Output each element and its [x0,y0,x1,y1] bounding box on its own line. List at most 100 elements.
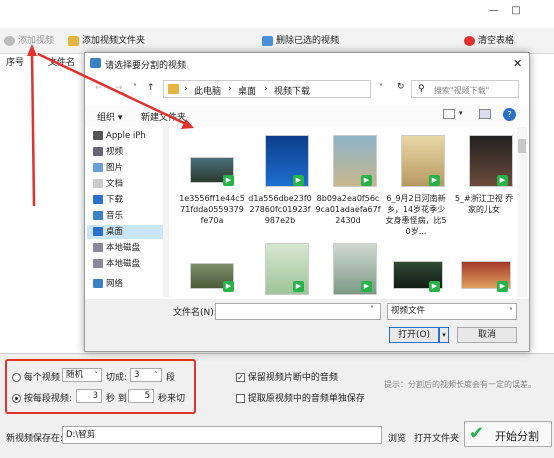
file-name: 5_#浙江卫视 乔家的儿女 [454,194,514,214]
add-folder-button[interactable]: 添加视频文件夹 [68,34,145,48]
search-placeholder: 搜索"视频下载" [434,86,490,95]
sidebar-item-iphone[interactable]: Apple iPh [93,129,146,143]
chevron-down-icon: ▾ [442,331,446,339]
search-box[interactable]: ⚲ 搜索"视频下载" [411,80,519,98]
save-path-input[interactable]: D:\智剪 [62,426,382,444]
video-file-icon: ▶ [223,175,234,186]
file-item[interactable]: ▶ d1a556dbe23f027860fc01923f987e2b [247,131,313,239]
file-item[interactable]: ▶ 5_#浙江卫视 乔家的儿女 [451,131,515,239]
sidebar-item-documents[interactable]: 文档 [93,177,123,191]
extract-audio-option[interactable]: 提取原视频中的音频单独保存 [236,391,365,404]
history-dropdown-icon[interactable]: ˅ [133,83,137,92]
filename-input[interactable] [215,303,381,320]
file-item[interactable]: ▶ [247,241,313,297]
sidebar-item-desktop[interactable]: 桌面 [87,225,163,239]
refresh-icon[interactable]: ↻ [397,82,405,92]
title-bar: — □ [0,0,554,28]
highlight-box [5,359,196,414]
address-dropdown-icon[interactable]: ˅ [379,83,383,92]
dialog-close-button[interactable]: ✕ [513,57,522,70]
open-folder-button[interactable]: 打开文件夹 [414,431,459,444]
video-file-icon: ▶ [361,175,372,186]
open-button[interactable]: 打开(O) [389,327,439,343]
dialog-bottom: 文件名(N): ˅ 视频文件 ˅ 打开(O) ▾ 取消 [85,299,529,351]
cancel-button[interactable]: 取消 [457,327,517,343]
sidebar-label: Apple iPh [106,131,146,141]
address-bar[interactable]: › 此电脑 › 桌面 › 视频下载 [163,80,371,98]
breadcrumb-videodl[interactable]: 视频下载 [274,84,310,97]
video-file-icon: ▶ [223,281,234,292]
filetype-select[interactable]: 视频文件 ˅ [387,303,517,320]
extract-audio-checkbox[interactable] [236,394,245,403]
help-icon[interactable]: ? [503,108,516,121]
video-file-icon: ▶ [497,175,508,186]
sidebar-item-music[interactable]: 音乐 [93,209,123,223]
file-name: 6_9月2日河南新乡，14岁花季少女身患怪病，比50岁... [385,194,447,236]
start-split-button[interactable]: ✔ 开始分割 [464,421,552,447]
sidebar-scrollbar[interactable] [163,127,169,297]
sidebar-label: 音乐 [106,211,124,221]
view-icon[interactable] [443,109,455,119]
file-item[interactable]: ▶ 8b09a2ea0f56c9ca01adaefa67f2430d [315,131,381,239]
sidebar-label: 本地磁盘 [106,243,141,253]
organize-button[interactable]: 组织 ▾ [97,110,122,123]
file-item[interactable]: ▶ 1e3556ff1e44c571fdda0559379fe70a [179,131,245,239]
disk-icon [93,243,103,252]
keep-audio-option[interactable]: ✓ 保留视频片断中的音频 [236,370,338,383]
file-grid-scrollbar[interactable] [517,127,527,297]
view-dropdown-icon[interactable]: ▾ [459,109,463,117]
new-folder-button[interactable]: 新建文件夹 [141,110,186,123]
sidebar-label: 桌面 [106,227,124,237]
sidebar-label: 文档 [106,179,124,189]
video-file-icon: ▶ [429,175,440,186]
file-grid: ▶ 1e3556ff1e44c571fdda0559379fe70a ▶ d1a… [175,127,515,297]
filename-dropdown-icon[interactable]: ˅ [370,305,374,314]
file-item[interactable]: ▶ [179,241,245,297]
open-dropdown-button[interactable]: ▾ [439,327,449,343]
sidebar-item-pictures[interactable]: 图片 [93,161,123,175]
music-icon [93,211,103,220]
keep-audio-checkbox[interactable]: ✓ [236,373,245,382]
sidebar-label: 图片 [106,163,124,173]
file-item[interactable]: ▶ 6_9月2日河南新乡，14岁花季少女身患怪病，比50岁... [383,131,449,239]
dialog-sidebar: Apple iPh 视频 图片 文档 下载 音乐 桌面 本地磁盘 本地磁盘 网络 [85,127,171,297]
video-file-icon: ▶ [361,281,372,292]
clear-table-button[interactable]: 清空表格 [464,34,514,48]
dialog-navbar: ← → ˅ ↑ › 此电脑 › 桌面 › 视频下载 ˅ ↻ ⚲ 搜索"视频下载" [85,77,529,103]
remove-selected-button[interactable]: 删除已选的视频 [262,34,339,48]
add-video-button[interactable]: 添加视频 [4,34,54,48]
file-item[interactable]: ▶ [315,241,381,297]
video-file-icon: ▶ [497,281,508,292]
hint-text: 提示：分割后的视频长度会有一定的误差。 [384,380,536,389]
back-icon[interactable]: ← [95,83,103,93]
file-item[interactable]: ▶ [451,241,515,297]
extract-audio-label: 提取原视频中的音频单独保存 [247,394,365,404]
dialog-title: 请选择要分割的视频 [105,61,187,71]
breadcrumb-pc[interactable]: 此电脑 [194,84,221,97]
sidebar-label: 视频 [106,147,124,157]
file-name: 1e3556ff1e44c571fdda0559379fe70a [179,194,245,225]
maximize-button[interactable]: □ [506,4,526,18]
phone-icon [93,131,103,140]
breadcrumb-desktop[interactable]: 桌面 [238,84,256,97]
sidebar-item-local-disk-c[interactable]: 本地磁盘 [93,241,140,255]
up-icon[interactable]: ↑ [147,83,155,93]
preview-pane-icon[interactable] [479,109,491,119]
col-filename: 文件名 [48,58,76,68]
col-index: 序号 [6,58,25,68]
open-file-dialog: 请选择要分割的视频 ✕ ← → ˅ ↑ › 此电脑 › 桌面 › 视频下载 ˅ … [84,52,530,352]
sidebar-item-local-disk-d[interactable]: 本地磁盘 [93,257,140,271]
sidebar-item-videos[interactable]: 视频 [93,145,123,159]
browse-button[interactable]: 浏览 [388,431,406,444]
sidebar-item-network[interactable]: 网络 [93,277,123,291]
forward-icon[interactable]: → [115,83,123,93]
scroll-thumb[interactable] [518,139,526,153]
keep-audio-label: 保留视频片断中的音频 [247,373,338,383]
dialog-commandbar: 组织 ▾ 新建文件夹 ▾ ? [85,105,529,127]
folder-icon [68,35,79,46]
network-icon [93,279,103,288]
sidebar-item-downloads[interactable]: 下载 [93,193,123,207]
file-name: d1a556dbe23f027860fc01923f987e2b [248,194,312,225]
minimize-button[interactable]: — [484,4,504,18]
file-item[interactable]: ▶ [383,241,449,297]
